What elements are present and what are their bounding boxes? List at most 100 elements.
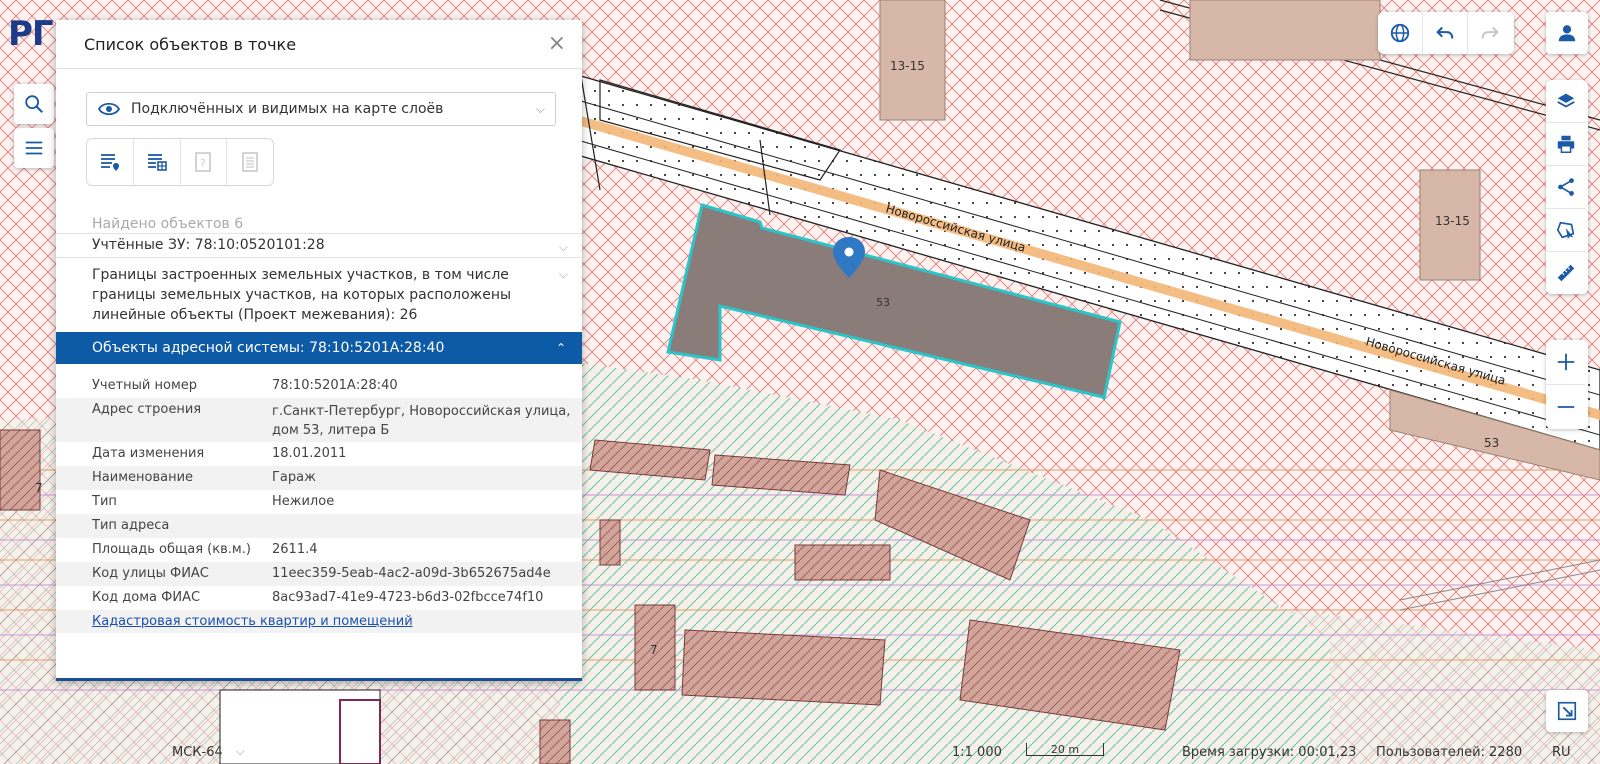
- building-label: 7: [35, 481, 43, 495]
- history-toolbar: [1378, 12, 1514, 54]
- property-row: Дата изменения 18.01.2011: [56, 442, 582, 466]
- found-count: Найдено объектов 6: [92, 216, 244, 232]
- property-row: Тип адреса: [56, 514, 582, 538]
- property-row: Наименование Гараж: [56, 466, 582, 490]
- list-table-button[interactable]: [134, 139, 181, 185]
- property-value: 78:10:5201А:28:40: [272, 378, 398, 393]
- accordion-label: Учтённые ЗУ: 78:10:0520101:28: [92, 237, 325, 253]
- accordion-label: Границы застроенных земельных участков, …: [92, 267, 512, 323]
- property-row: Учетный номер 78:10:5201А:28:40: [56, 374, 582, 398]
- eye-layers-icon: [97, 102, 121, 116]
- search-button[interactable]: [14, 84, 54, 124]
- plus-icon: [1557, 353, 1575, 371]
- cadastral-cost-link[interactable]: Кадастровая стоимость квартир и помещени…: [56, 610, 582, 633]
- building-label: 7: [650, 643, 658, 657]
- hamburger-icon: [25, 141, 43, 155]
- list-pin-icon: [100, 154, 119, 171]
- property-key: Код улицы ФИАС: [92, 566, 209, 581]
- zoom-in-button[interactable]: [1546, 340, 1586, 385]
- redo-icon: [1481, 26, 1499, 39]
- language-switch[interactable]: RU: [1552, 745, 1571, 760]
- property-key: Площадь общая (кв.м.): [92, 542, 251, 557]
- minus-icon: [1557, 406, 1575, 408]
- chevron-down-icon: ⌵: [558, 240, 568, 254]
- property-key: Адрес строения: [92, 402, 202, 417]
- property-key: Код дома ФИАС: [92, 590, 201, 605]
- expand-arrow-icon: [1557, 701, 1577, 721]
- property-value: Нежилое: [272, 494, 335, 509]
- property-key: Тип: [92, 494, 117, 509]
- zoom-out-button[interactable]: [1546, 385, 1586, 429]
- panel-tools: ?: [86, 138, 274, 186]
- layer-scope-value: Подключённых и видимых на карте слоёв: [131, 101, 444, 117]
- globe-icon: [1390, 23, 1410, 43]
- load-time: Время загрузки: 00:01,23: [1182, 745, 1357, 760]
- building-label: 53: [1484, 436, 1499, 450]
- fullscreen-button[interactable]: [1546, 690, 1588, 732]
- accordion-item[interactable]: Границы застроенных земельных участков, …: [56, 257, 582, 332]
- print-button[interactable]: [1546, 123, 1586, 166]
- globe-button[interactable]: [1378, 12, 1423, 54]
- menu-button[interactable]: [14, 128, 54, 168]
- property-row: Тип Нежилое: [56, 490, 582, 514]
- layer-scope-select[interactable]: Подключённых и видимых на карте слоёв ⌵: [86, 92, 556, 126]
- share-icon: [1558, 178, 1574, 196]
- scale-bar: 20 m: [1026, 743, 1104, 756]
- property-value: 18.01.2011: [272, 446, 347, 461]
- chevron-down-icon: ⌵: [535, 101, 545, 116]
- close-icon[interactable]: ×: [548, 33, 566, 55]
- accordion-item-active[interactable]: Объекты адресной системы: 78:10:5201А:28…: [56, 332, 582, 364]
- svg-text:?: ?: [201, 158, 206, 169]
- users-count: Пользователей: 2280: [1376, 745, 1523, 760]
- building-label: 13-15: [890, 59, 925, 73]
- accordion-item[interactable]: Учтённые ЗУ: 78:10:0520101:28 ⌵: [56, 233, 582, 257]
- layers-icon: [1557, 93, 1575, 108]
- help-doc-button: ?: [181, 139, 228, 185]
- scale-bar-label: 20 m: [1050, 743, 1080, 756]
- list-table-icon: [147, 154, 167, 171]
- user-button[interactable]: [1546, 12, 1588, 54]
- property-key: Наименование: [92, 470, 194, 485]
- layers-button[interactable]: [1546, 80, 1586, 123]
- document-button: [227, 139, 273, 185]
- measure-button[interactable]: [1546, 252, 1586, 294]
- undo-button[interactable]: [1423, 12, 1468, 54]
- select-area-button[interactable]: [1546, 209, 1586, 252]
- user-icon: [1558, 25, 1576, 42]
- panel-title: Список объектов в точке: [84, 34, 297, 54]
- property-row: Площадь общая (кв.м.) 2611.4: [56, 538, 582, 562]
- property-row: Код дома ФИАС 8ac93ad7-41e9-4723-b6d3-02f…: [56, 586, 582, 610]
- undo-icon: [1436, 26, 1454, 39]
- chevron-down-icon: ⌵: [236, 745, 245, 758]
- list-location-button[interactable]: [87, 139, 134, 185]
- property-value: 2611.4: [272, 542, 318, 557]
- chevron-up-icon: ⌃: [555, 341, 566, 355]
- map-tools: [1546, 80, 1588, 294]
- app-logo[interactable]: РГ: [8, 14, 54, 54]
- property-key: Дата изменения: [92, 446, 205, 461]
- objects-at-point-panel: Список объектов в точке × Подключённых и…: [56, 20, 582, 681]
- polygon-select-icon: [1556, 221, 1575, 240]
- property-value: г.Санкт-Петербург, Новороссийская улица,…: [272, 404, 571, 438]
- building-label: 53: [876, 296, 890, 309]
- zoom-controls: [1546, 340, 1588, 429]
- property-value: 8ac93ad7-41e9-4723-b6d3-02fbcce74f10: [272, 590, 544, 605]
- question-doc-icon: ?: [195, 152, 212, 172]
- property-row: Адрес строения г.Санкт-Петербург, Новорос…: [56, 398, 582, 442]
- property-key: Тип адреса: [92, 518, 170, 533]
- scale-value: 1:1 000: [952, 745, 1002, 760]
- building-label: 13-15: [1435, 214, 1470, 228]
- property-value: Гараж: [272, 470, 316, 485]
- crs-select[interactable]: МСК-64: [172, 745, 223, 760]
- status-bar: МСК-64 ⌵ 1:1 000 20 m Время загрузки: 00…: [0, 740, 1600, 764]
- ruler-icon: [1557, 264, 1575, 282]
- print-icon: [1557, 135, 1575, 153]
- property-row: Код улицы ФИАС 11eec359-5eab-4ac2-a09d-3b…: [56, 562, 582, 586]
- accordion-active-label: Объекты адресной системы: 78:10:5201А:28…: [92, 340, 445, 356]
- share-button[interactable]: [1546, 166, 1586, 209]
- property-key: Учетный номер: [92, 378, 198, 393]
- search-icon: [25, 95, 43, 113]
- document-icon: [242, 152, 258, 172]
- panel-header: Список объектов в точке ×: [56, 20, 582, 69]
- redo-button[interactable]: [1468, 12, 1512, 54]
